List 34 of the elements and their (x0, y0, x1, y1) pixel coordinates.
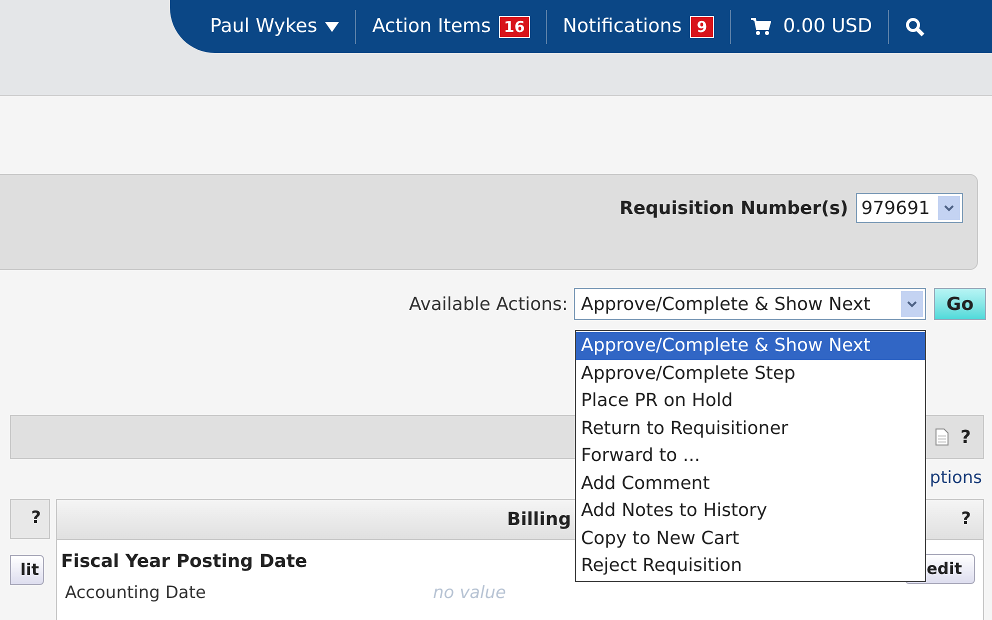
actions-select[interactable]: Approve/Complete & Show Next (574, 288, 926, 320)
dropdown-option[interactable]: Approve/Complete & Show Next (576, 332, 925, 360)
dropdown-option[interactable]: Approve/Complete Step (576, 360, 925, 387)
go-button[interactable]: Go (934, 288, 986, 320)
edit-button[interactable]: lit (10, 555, 44, 585)
help-link[interactable]: ? (961, 506, 983, 532)
caret-icon (325, 22, 340, 32)
action-items-link[interactable]: Action Items 16 (356, 12, 546, 41)
field-value: no value (433, 582, 506, 605)
dropdown-option[interactable]: Return to Requisitioner (576, 414, 925, 442)
count-badge: 16 (498, 16, 530, 38)
requisition-label: Requisition Number(s) (619, 197, 848, 221)
dropdown-option[interactable]: Forward to ... (576, 442, 925, 470)
cart-total: 0.00 USD (783, 14, 874, 40)
count-badge: 9 (690, 16, 714, 38)
billing-title: Billing (507, 508, 572, 532)
chevron-icon (944, 204, 954, 212)
document-icon[interactable] (934, 428, 949, 446)
dropdown-option[interactable]: Place PR on Hold (576, 387, 925, 414)
user-menu[interactable]: Paul Wykes (210, 12, 356, 41)
dropdown-option[interactable]: Add Comment (576, 470, 925, 497)
section-heading: Fiscal Year Posting Date (61, 550, 308, 574)
chevron-icon (907, 300, 917, 308)
requisition-select[interactable]: 979691 (856, 193, 963, 223)
actions-label: Available Actions: (408, 292, 568, 316)
help-link[interactable]: ? (960, 424, 971, 450)
dropdown-option[interactable]: Copy to New Cart (576, 524, 925, 552)
field-label: Accounting Date (64, 582, 207, 605)
options-link[interactable]: ptions (930, 466, 982, 492)
cart-icon[interactable] (751, 18, 772, 36)
notifications-link[interactable]: Notifications 9 (546, 12, 730, 41)
dropdown-option[interactable]: Add Notes to History (576, 497, 925, 524)
help-link[interactable]: ? (31, 506, 41, 532)
search-icon[interactable] (905, 16, 926, 36)
